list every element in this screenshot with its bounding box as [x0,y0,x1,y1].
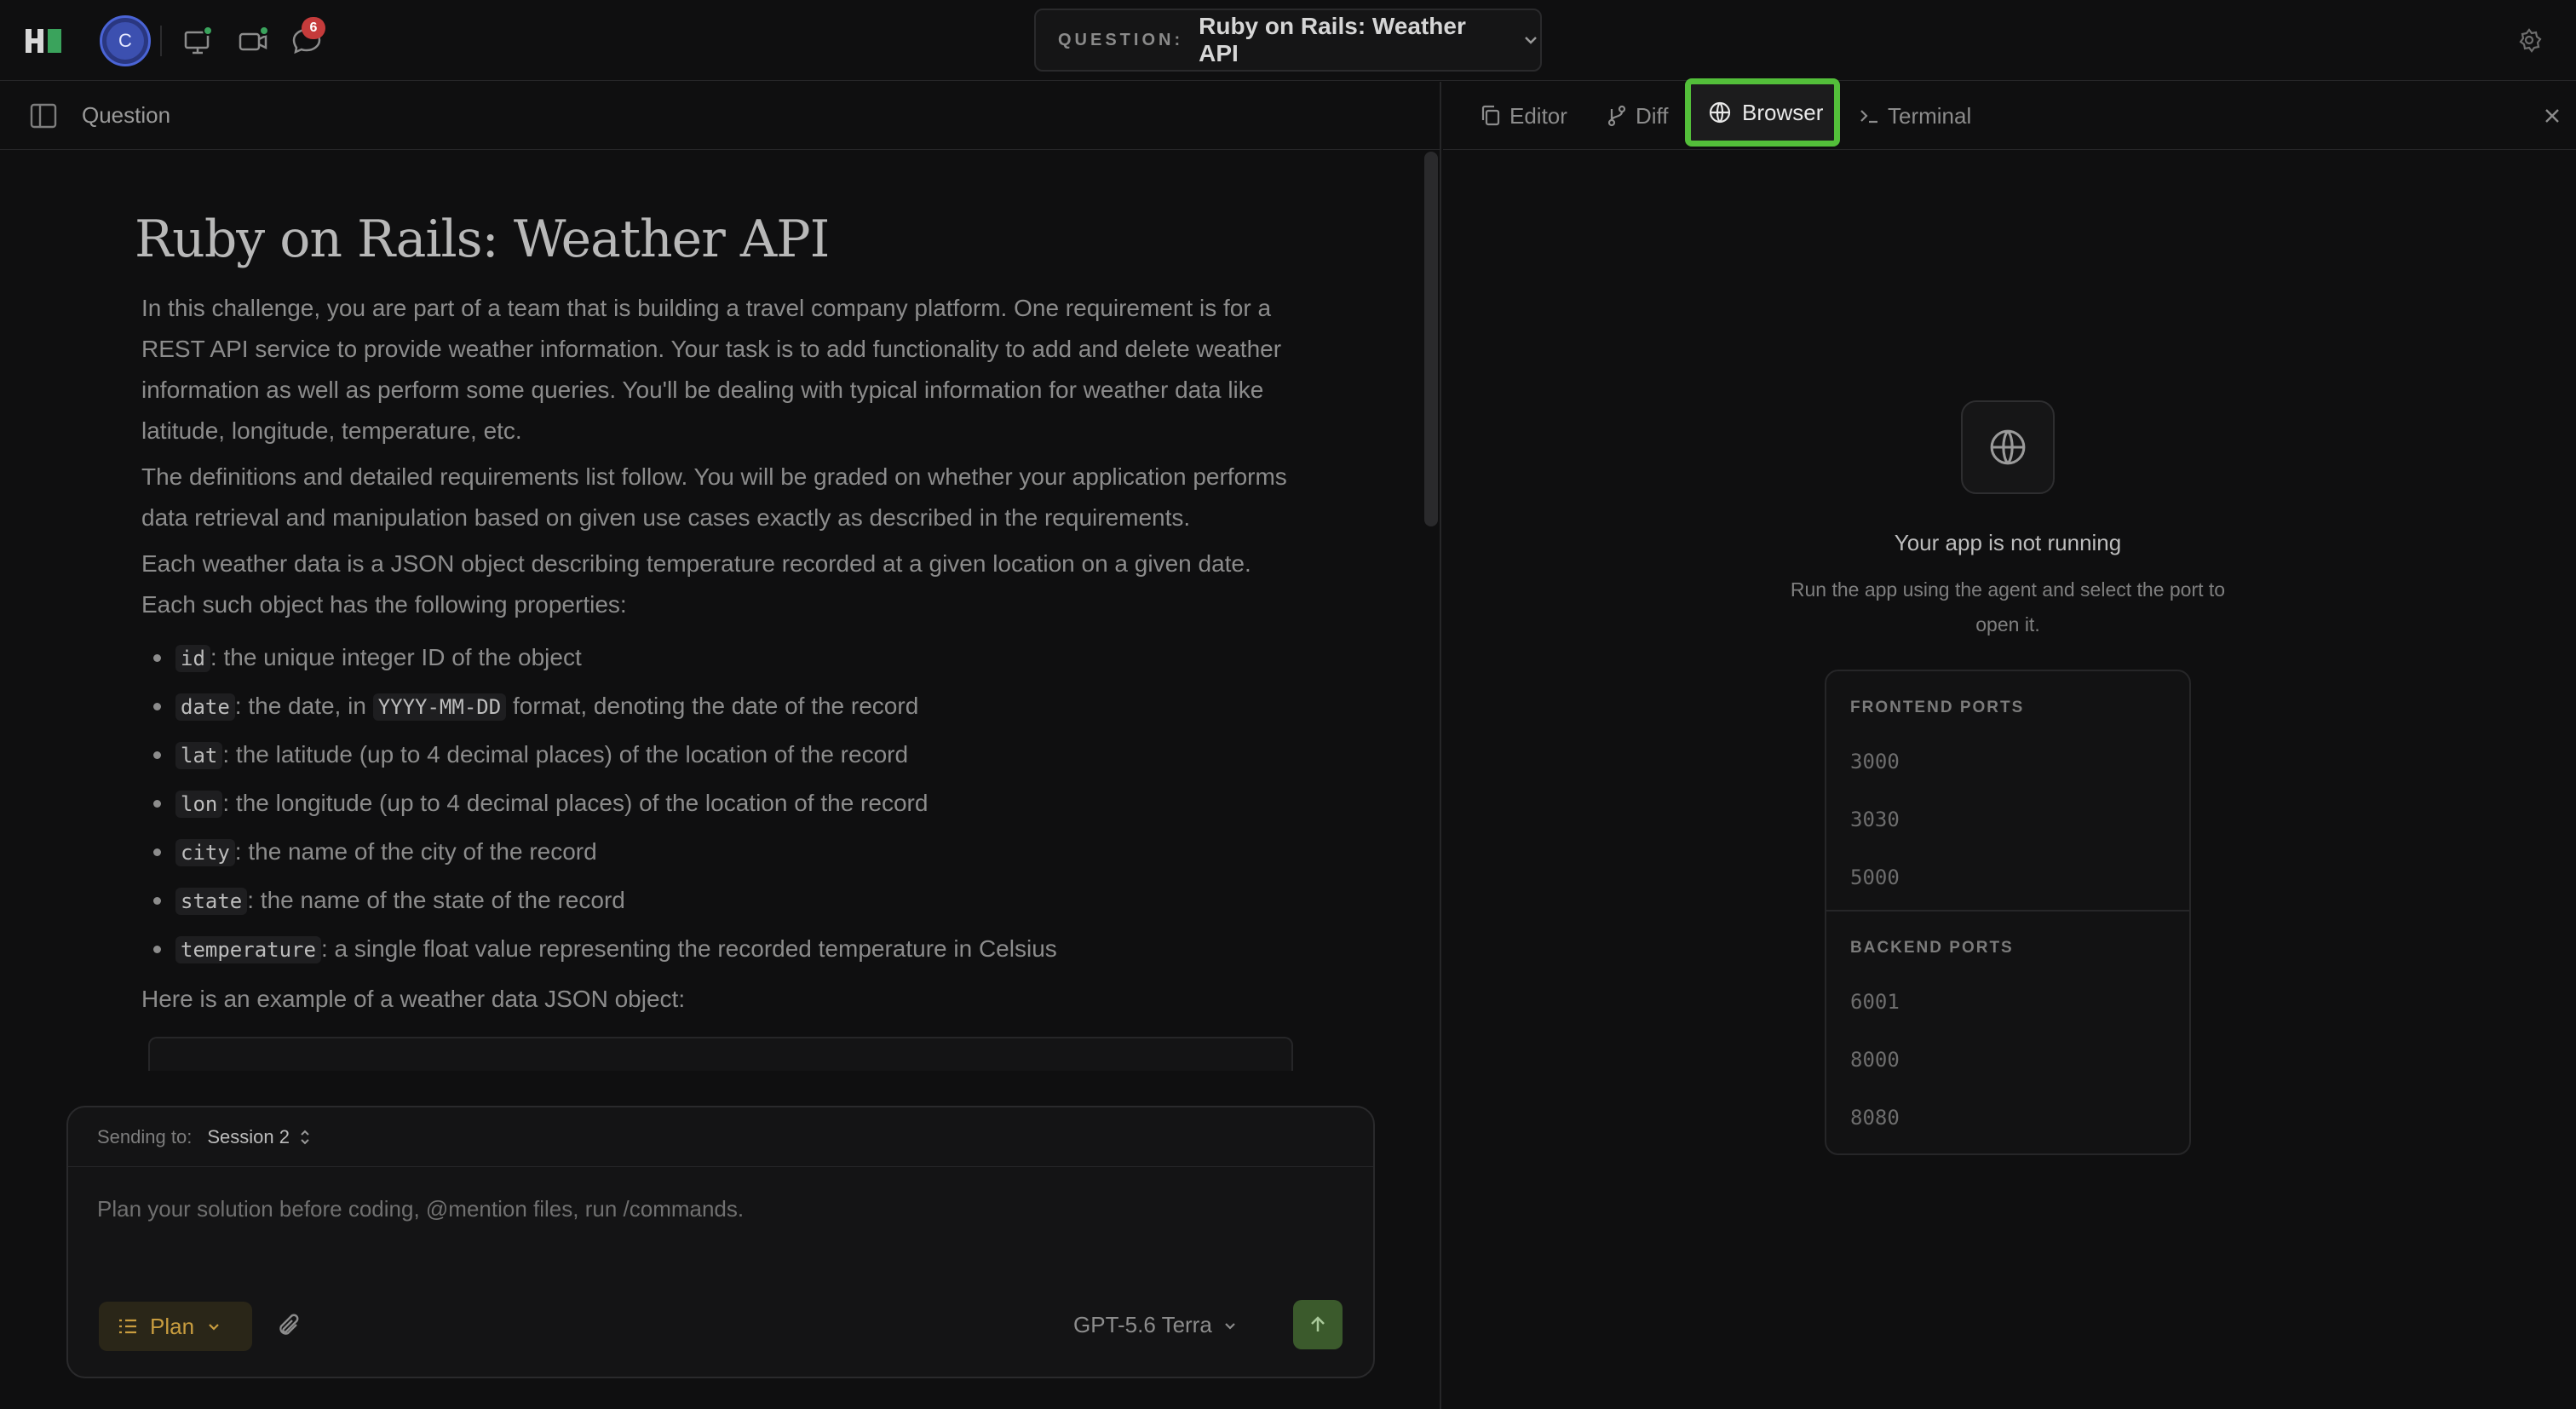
paragraph-example: Here is an example of a weather data JSO… [141,986,686,1012]
property-description: format, denoting the date of the record [506,693,919,719]
property-description: : the date, in [234,693,373,719]
chat-composer: Sending to: Session 2 Plan your solution… [66,1106,1375,1378]
port-item[interactable]: 8000 [1850,1048,1900,1072]
avatar[interactable]: C [100,15,151,66]
globe-icon [1709,101,1731,124]
property-description: : the name of the state of the record [247,887,625,913]
chevron-down-icon [1225,1322,1235,1330]
question-pane: Question Ruby on Rails: Weather API In t… [0,82,1441,1409]
tab-terminal[interactable]: Terminal [1859,102,1971,129]
sidebar-toggle-icon[interactable] [29,102,58,129]
send-button[interactable] [1293,1300,1343,1349]
property-description: : the unique integer ID of the object [210,644,582,670]
property-key: lat [175,742,223,769]
monitor-icon[interactable] [181,24,215,58]
paragraph-weather-object: Each weather data is a JSON object descr… [141,550,1251,618]
session-selector-row: Sending to: Session 2 [68,1107,1373,1167]
tab-editor[interactable]: Editor [1481,102,1567,129]
property-description: : the latitude (up to 4 decimal places) … [222,741,909,768]
backend-ports-title: BACKEND PORTS [1850,939,2014,957]
chevron-down-icon [206,1319,221,1334]
port-item[interactable]: 5000 [1850,866,1900,889]
paragraph-intro: In this challenge, you are part of a tea… [141,295,1282,444]
list-item: lat: the latitude (up to 4 decimal place… [141,731,1293,779]
preview-tabs: Editor Diff Browser Terminal [1443,78,2576,150]
list-icon [118,1318,138,1335]
plan-mode-label: Plan [150,1313,195,1339]
list-item: state: the name of the state of the reco… [141,877,1293,925]
ports-divider [1826,910,2189,912]
question-select[interactable]: QUESTION: Ruby on Rails: Weather API [1034,9,1542,72]
preview-pane: Editor Diff Browser Terminal Your app is… [1443,78,2576,1409]
top-bar: C 6 QUESTION: Ruby on Rails: Weather API [0,0,2576,81]
terminal-prompt-icon [1860,110,1877,124]
port-item[interactable]: 8080 [1850,1106,1900,1130]
paragraph-requirements: The definitions and detailed requirement… [141,463,1287,531]
empty-state-title: Your app is not running [1894,530,2122,555]
model-label: GPT-5.6 Terra [1073,1312,1212,1337]
paperclip-icon[interactable] [276,1312,303,1341]
question-label: QUESTION: [1058,30,1184,49]
up-down-chevron-icon[interactable] [298,1128,312,1147]
list-item: id: the unique integer ID of the object [141,634,1293,682]
port-item[interactable]: 6001 [1850,990,1900,1014]
sending-to-label: Sending to: [97,1125,193,1147]
message-input[interactable]: Plan your solution before coding, @menti… [97,1196,744,1222]
status-dot [259,26,269,36]
property-key: city [175,839,235,866]
question-content: Ruby on Rails: Weather API In this chall… [135,210,1293,1071]
session-select[interactable]: Session 2 [207,1126,290,1148]
property-key: date [175,693,235,721]
frontend-ports-title: FRONTEND PORTS [1850,699,2025,716]
close-icon[interactable] [2542,106,2562,126]
avatar-initial: C [106,22,144,60]
empty-state-subtitle: Run the app using the agent and select t… [1790,578,2226,635]
port-item[interactable]: 3030 [1850,808,1900,831]
json-code-block [148,1037,1293,1071]
tab-editor-label: Editor [1509,102,1567,129]
app-logo-icon[interactable] [26,26,63,56]
settings-gear-icon[interactable] [2516,27,2542,53]
list-item: city: the name of the city of the record [141,828,1293,877]
video-camera-icon[interactable] [237,24,271,58]
question-title: Ruby on Rails: Weather API [1199,13,1466,66]
topbar-divider [160,26,162,56]
port-item[interactable]: 3000 [1850,750,1900,774]
tab-terminal-label: Terminal [1888,102,1972,129]
arrow-up-icon [1311,1316,1325,1331]
property-key: state [175,888,248,915]
date-format-code: YYYY-MM-DD [372,693,507,721]
list-item: lon: the longitude (up to 4 decimal plac… [141,779,1293,828]
ports-panel: FRONTEND PORTS 3000 3030 5000 BACKEND PO… [1825,670,2191,1155]
question-pane-title: Question [82,102,171,128]
globe-icon [1961,400,2055,494]
model-select[interactable]: GPT-5.6 Terra [1073,1312,1238,1338]
question-pane-header: Question [0,82,1441,150]
property-key: id [175,645,210,672]
notification-badge: 6 [302,17,325,39]
property-description: : the longitude (up to 4 decimal places)… [222,790,929,816]
chevron-down-icon [1521,31,1540,49]
tab-diff[interactable]: Diff [1607,102,1669,129]
tab-browser-label: Browser [1742,99,1824,125]
property-key: lon [175,791,223,818]
copy-icon [1481,105,1500,126]
status-dot [203,26,213,36]
branch-icon [1607,105,1626,127]
question-heading: Ruby on Rails: Weather API [135,210,830,269]
tab-diff-label: Diff [1636,102,1669,129]
property-description: : a single float value representing the … [320,935,1057,962]
list-item: date: the date, in YYYY-MM-DD format, de… [141,682,1293,731]
list-item: temperature: a single float value repres… [141,925,1293,974]
plan-mode-button[interactable]: Plan [99,1302,252,1351]
tab-browser[interactable]: Browser [1685,78,1840,147]
property-list: id: the unique integer ID of the object … [141,634,1293,974]
property-description: : the name of the city of the record [234,838,597,865]
scrollbar[interactable] [1424,152,1438,526]
property-key: temperature [175,936,321,963]
